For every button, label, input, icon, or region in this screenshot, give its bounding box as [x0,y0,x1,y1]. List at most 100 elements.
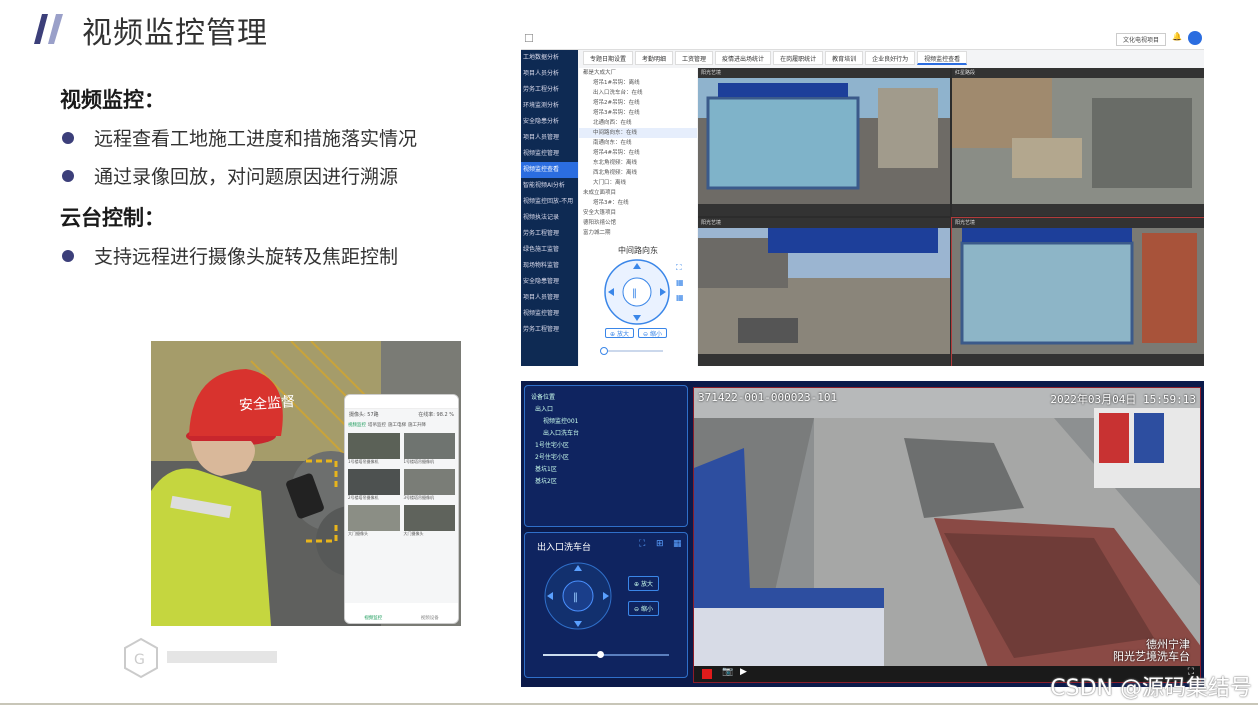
zoom-out-button[interactable]: ⊖ 缩小 [638,328,667,338]
sidebar-item[interactable]: 项目人员分析 [521,66,578,82]
phone-nav-video[interactable]: 视频监控 [364,615,382,621]
sidebar-item[interactable]: 安全隐患管理 [521,274,578,290]
tree-node[interactable]: 塔吊3#：在线 [579,198,697,208]
tree-node[interactable]: 出入口洗车台 [525,428,687,440]
phone-tab[interactable]: 塔吊监控 [368,422,386,428]
sidebar-item[interactable]: 环境监测分析 [521,98,578,114]
zoom-out-button[interactable]: ⊖ 缩小 [628,601,659,616]
zoom-in-button[interactable]: ⊕ 放大 [628,576,659,591]
sidebar-item[interactable]: 现场物料监管 [521,258,578,274]
grid-nine-icon[interactable]: ▦ [673,539,682,549]
tree-node[interactable]: 出入口洗车台：在线 [579,88,697,98]
svg-text:‖: ‖ [573,592,578,603]
expand-icon[interactable]: ⛶ [676,263,682,273]
tree-node[interactable]: 基坑1区 [525,464,687,476]
tab[interactable]: 在岗履职统计 [773,51,824,65]
camera-thumb[interactable]: 3号楼塔吊摄像机 [403,469,455,501]
tree-node[interactable]: 德阳玖禧公馆 [579,218,697,228]
bullet-icon [62,249,74,262]
sidebar-item[interactable]: 劳务工程管理 [521,322,578,338]
tab[interactable]: 企业良好行为 [865,51,916,65]
expand-icon[interactable]: ⛶ [639,539,645,549]
tree-node[interactable]: 1号住宅小区 [525,440,687,452]
bell-icon[interactable]: 🔔 [1172,32,1182,41]
tree-node[interactable]: 塔吊3#吊钩：在线 [579,108,697,118]
tree-node[interactable]: 安全大篷项目 [579,208,697,218]
phone-nav-device[interactable]: 视频设备 [421,615,439,621]
sidebar-item[interactable]: 视频监控管理 [521,146,578,162]
camera-thumb[interactable]: 1号楼塔吊摄像机 [403,433,455,465]
grid-four-icon[interactable]: ⊞ [656,539,664,549]
sidebar-item[interactable]: 劳务工程分析 [521,82,578,98]
bullet-icon [62,131,74,144]
tree-node[interactable]: 北通向西：在线 [579,118,697,128]
sidebar-item[interactable]: 视频监控管理 [521,306,578,322]
record-icon[interactable] [702,669,712,679]
video-camera-label: 阳光艺境洗车台 [1113,650,1190,663]
grid-nine-icon[interactable]: ▦ [676,293,684,303]
phone-tab[interactable]: 施工电梯 [388,422,406,428]
sidebar-item[interactable]: 项目人员管理 [521,130,578,146]
tree-node[interactable]: 富力城二期 [579,228,697,238]
video-record-icon[interactable]: ▶ [740,667,747,677]
tree-node[interactable]: 大门口：离线 [579,178,697,188]
avatar[interactable] [1188,31,1202,45]
camera-feed[interactable]: 阳光艺境 [698,218,950,366]
ptz-dial[interactable]: ‖ [543,561,613,631]
phone-screen: 摄像头: 57路 在线率: 98.2 % 视频监控 塔吊监控 施工电梯 施工升降… [344,394,459,624]
tree-node[interactable]: 都是大成大厂 [579,68,697,78]
camera-feed[interactable]: 红星路段 [952,68,1204,216]
sidebar-item[interactable]: 视频监控回放-不用 [521,194,578,210]
tree-node[interactable]: 视频监控001 [525,416,687,428]
page-title: 视频监控管理 [82,16,268,51]
tree-node-selected[interactable]: 中间路向东：在线 [579,128,697,138]
camera-thumb[interactable]: 大门摄像头 [403,505,455,537]
tree-node[interactable]: 2号住宅小区 [525,452,687,464]
sidebar-item[interactable]: 安全隐患分析 [521,114,578,130]
section-heading-video: 视频监控： [60,87,165,112]
tab[interactable]: 教育培训 [825,51,864,65]
tree-node[interactable]: 东北角视频：离线 [579,158,697,168]
tree-node[interactable]: 西北角视频：离线 [579,168,697,178]
phone-tab[interactable]: 施工升降 [408,422,426,428]
bullet-item: 通过录像回放，对问题原因进行溯源 [62,162,398,189]
tree-node[interactable]: 出入口 [525,404,687,416]
camera-feed[interactable]: 阳光艺境 [698,68,950,216]
zoom-in-button[interactable]: ⊕ 放大 [605,328,634,338]
grid-icon[interactable]: ▦ [676,278,684,288]
ptz-dial[interactable]: ‖ [603,258,671,326]
tab[interactable]: 考勤明细 [635,51,674,65]
sidebar-item[interactable]: 项目人员管理 [521,290,578,306]
tree-node[interactable]: 塔吊1#吊钩：离线 [579,78,697,88]
helmet-label: 安全监督 [238,394,296,414]
tab[interactable]: 专题日期设置 [583,51,634,65]
sidebar-item[interactable]: 工地数据分析 [521,50,578,66]
sidebar-item[interactable]: 劳务工程管理 [521,226,578,242]
tree-node[interactable]: 塔吊2#吊钩：在线 [579,98,697,108]
sidebar-item[interactable]: 绿色施工监管 [521,242,578,258]
sidebar-item-active[interactable]: 视频监控查看 [521,162,578,178]
tab[interactable]: 疫情进出场统计 [715,51,772,65]
top-bar: ☐ 文化电视项目 🔔 [521,28,1204,50]
tree-node[interactable]: 未成立面项目 [579,188,697,198]
zoom-slider[interactable] [543,651,669,658]
tab-active[interactable]: 视频监控查看 [917,51,968,65]
bullet-item: 远程查看工地施工进度和措施落实情况 [62,124,417,151]
camera-thumb[interactable]: 1号楼塔吊摄像机 [348,433,400,465]
sidebar-item[interactable]: 视频执法记录 [521,210,578,226]
camera-thumb[interactable]: 2号楼塔吊摄像机 [348,469,400,501]
project-selector[interactable]: 文化电视项目 [1115,33,1166,46]
live-video-feed[interactable]: 371422-001-000023-101 2022年03月04日 15:59:… [693,387,1201,683]
device-tree-title: 设备位置 [531,394,556,401]
tree-node[interactable]: 塔吊4#吊钩：在线 [579,148,697,158]
sidebar-item[interactable]: 智能视频AI分析 [521,178,578,194]
tree-node[interactable]: 基坑2区 [525,476,687,488]
zoom-slider[interactable] [600,347,663,355]
camera-thumb[interactable]: 大门摄像头 [348,505,400,537]
camera-feed[interactable]: 阳光艺境 [951,217,1204,366]
tree-node[interactable]: 南通向东：在线 [579,138,697,148]
ptz-control-screen: 设备位置 出入口 视频监控001 出入口洗车台 1号住宅小区 2号住宅小区 基坑… [521,381,1204,687]
tab[interactable]: 工资管理 [675,51,714,65]
camera-snapshot-icon[interactable]: 📷 [722,667,733,677]
phone-tab[interactable]: 视频监控 [348,422,366,428]
